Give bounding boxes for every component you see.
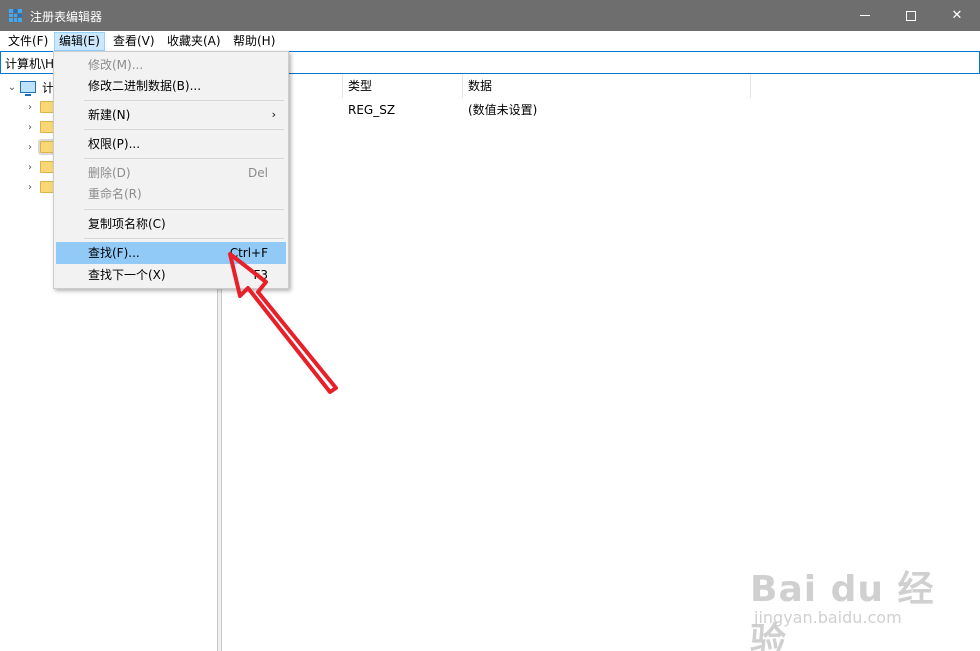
maximize-icon xyxy=(906,10,916,21)
menu-item-label: 删除(D) xyxy=(88,166,131,180)
menu-item-shortcut: F3 xyxy=(253,268,268,282)
folder-icon xyxy=(38,139,56,155)
menu-view[interactable]: 查看(V) xyxy=(109,32,159,51)
menu-item-label: 重命名(R) xyxy=(88,187,142,201)
menu-item-new[interactable]: 新建(N) › xyxy=(56,104,286,126)
minimize-icon xyxy=(860,15,870,16)
folder-icon xyxy=(40,181,54,193)
menu-separator xyxy=(84,238,284,239)
menu-item-rename[interactable]: 重命名(R) xyxy=(56,183,286,205)
close-button[interactable]: ✕ xyxy=(934,0,980,31)
close-icon: ✕ xyxy=(951,8,963,23)
folder-icon xyxy=(40,101,54,113)
menu-edit[interactable]: 编辑(E) xyxy=(54,32,105,51)
tree-node[interactable]: › xyxy=(24,118,54,136)
collapse-chevron-icon[interactable]: › xyxy=(24,161,36,173)
watermark-url: jingyan.baidu.com xyxy=(754,608,902,627)
address-path: 计算机\H xyxy=(5,57,55,71)
menu-item-shortcut: Ctrl+F xyxy=(229,246,268,260)
menu-item-label: 修改(M)... xyxy=(88,58,144,72)
menu-item-label: 查找(F)... xyxy=(88,246,140,260)
menu-item-label: 新建(N) xyxy=(88,108,131,122)
menu-item-label: 修改二进制数据(B)... xyxy=(88,79,202,93)
menu-help[interactable]: 帮助(H) xyxy=(229,32,279,51)
menu-favorites[interactable]: 收藏夹(A) xyxy=(163,32,225,51)
computer-icon xyxy=(20,81,36,96)
menu-item-find-next[interactable]: 查找下一个(X) F3 xyxy=(56,264,286,286)
column-header-type[interactable]: 类型 xyxy=(343,74,463,98)
list-header: 名称 类型 数据 xyxy=(222,74,980,98)
column-header-data[interactable]: 数据 xyxy=(463,74,751,98)
collapse-chevron-icon[interactable]: › xyxy=(24,121,36,133)
maximize-button[interactable] xyxy=(888,0,934,31)
table-row[interactable]: REG_SZ (数值未设置) xyxy=(222,101,980,119)
menu-item-shortcut: Del xyxy=(248,166,268,180)
collapse-chevron-icon[interactable]: › xyxy=(24,101,36,113)
menu-separator xyxy=(84,100,284,101)
title-bar: 注册表编辑器 ✕ xyxy=(0,0,980,31)
folder-icon xyxy=(40,121,54,133)
menu-item-modify[interactable]: 修改(M)... xyxy=(56,54,286,76)
menu-separator xyxy=(84,129,284,130)
collapse-chevron-icon[interactable]: › xyxy=(24,141,36,153)
menu-separator xyxy=(84,209,284,210)
submenu-arrow-icon: › xyxy=(271,108,276,121)
menu-item-modify-binary[interactable]: 修改二进制数据(B)... xyxy=(56,75,286,97)
menu-item-find[interactable]: 查找(F)... Ctrl+F xyxy=(56,242,286,264)
menu-bar: 文件(F) 编辑(E) 查看(V) 收藏夹(A) 帮助(H) xyxy=(0,31,980,51)
menu-item-copy-key-name[interactable]: 复制项名称(C) xyxy=(56,213,286,235)
menu-file[interactable]: 文件(F) xyxy=(4,32,52,51)
tree-node[interactable]: › xyxy=(24,178,54,196)
minimize-button[interactable] xyxy=(842,0,888,31)
menu-item-label: 复制项名称(C) xyxy=(88,217,166,231)
folder-icon xyxy=(40,161,54,173)
menu-item-permissions[interactable]: 权限(P)... xyxy=(56,133,286,155)
tree-node[interactable]: › xyxy=(24,98,54,116)
edit-menu-dropdown: 修改(M)... 修改二进制数据(B)... 新建(N) › 权限(P)... … xyxy=(53,51,289,289)
registry-editor-app-icon xyxy=(9,9,22,22)
tree-node[interactable]: › xyxy=(24,138,56,156)
window-title: 注册表编辑器 xyxy=(30,10,103,24)
tree-root-computer[interactable]: ⌄ 计 xyxy=(6,78,54,96)
baidu-jingyan-watermark: Bai du 经验 jingyan.baidu.com xyxy=(750,560,950,651)
menu-separator xyxy=(84,158,284,159)
menu-item-delete[interactable]: 删除(D) Del xyxy=(56,162,286,184)
cell-type: REG_SZ xyxy=(348,103,396,117)
cell-data: (数值未设置) xyxy=(468,103,538,117)
tree-node[interactable]: › xyxy=(24,158,54,176)
expand-chevron-icon[interactable]: ⌄ xyxy=(6,81,18,93)
watermark-logo-text: Bai du 经验 xyxy=(750,569,935,651)
collapse-chevron-icon[interactable]: › xyxy=(24,181,36,193)
menu-item-label: 查找下一个(X) xyxy=(88,268,166,282)
menu-item-label: 权限(P)... xyxy=(88,137,141,151)
